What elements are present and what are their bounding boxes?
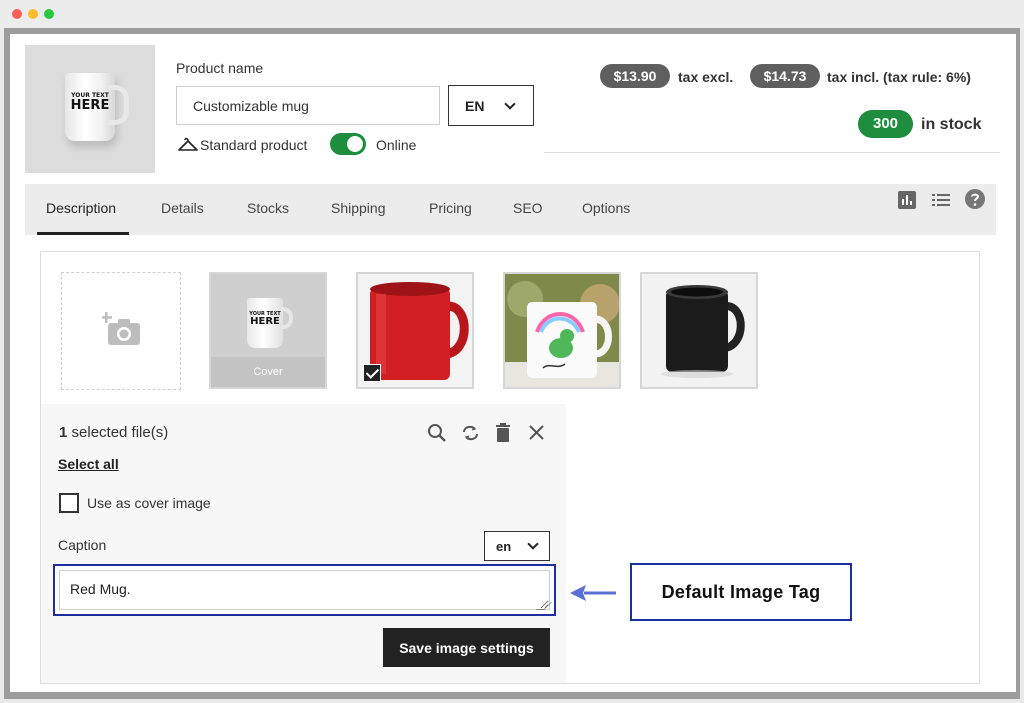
white-mug-image: YOUR TEXT HERE	[65, 73, 129, 141]
help-icon[interactable]	[964, 188, 986, 210]
tab-shipping[interactable]: Shipping	[331, 200, 386, 216]
selected-files-count: 1 selected file(s)	[59, 424, 168, 441]
mug-print-line2: HERE	[70, 98, 110, 113]
window-titlebar	[0, 0, 1024, 28]
stock-label: in stock	[921, 116, 982, 133]
tab-stocks[interactable]: Stocks	[247, 200, 289, 216]
tab-details[interactable]: Details	[161, 200, 204, 216]
caption-language-select[interactable]: en	[484, 531, 550, 561]
minimize-window-button[interactable]	[28, 9, 38, 19]
image-thumb-red-mug[interactable]	[356, 272, 474, 389]
product-type-label: Standard product	[200, 137, 308, 153]
dinosaur-mug-image	[505, 274, 619, 387]
selected-checkmark[interactable]	[363, 364, 381, 382]
image-upload-dropzone[interactable]	[61, 272, 181, 390]
image-thumb-black-mug[interactable]	[640, 272, 758, 389]
caption-highlight: Red Mug.	[53, 564, 556, 616]
chevron-down-icon	[527, 538, 539, 550]
thumb-mug-print-text: YOUR TEXT HERE	[249, 312, 281, 327]
price-tax-excluded-badge: $13.90	[600, 64, 670, 88]
white-mug-thumbnail: YOUR TEXT HERE	[247, 298, 293, 348]
price-tax-included-badge: $14.73	[750, 64, 820, 88]
caption-label: Caption	[58, 537, 107, 553]
product-name-label: Product name	[176, 60, 264, 76]
language-select[interactable]: EN	[448, 85, 534, 126]
trash-icon[interactable]	[494, 422, 512, 443]
tab-pricing[interactable]: Pricing	[429, 200, 472, 216]
active-tab-indicator	[37, 232, 129, 235]
language-select-value: EN	[465, 98, 485, 114]
caption-language-value: en	[496, 539, 512, 554]
list-icon[interactable]	[931, 191, 951, 209]
product-cover-thumbnail: YOUR TEXT HERE	[25, 45, 155, 173]
save-image-settings-button[interactable]: Save image settings	[383, 628, 550, 667]
chevron-down-icon	[504, 98, 516, 110]
zoom-icon[interactable]	[427, 423, 447, 443]
use-as-cover-label: Use as cover image	[87, 495, 211, 511]
chart-icon[interactable]	[897, 190, 917, 210]
tab-seo[interactable]: SEO	[513, 200, 543, 216]
product-name-input[interactable]	[176, 86, 440, 125]
close-icon[interactable]	[528, 424, 545, 441]
thumb-mug-print-line2: HERE	[250, 316, 280, 327]
online-label: Online	[376, 137, 417, 153]
price-tax-included-label: tax incl. (tax rule: 6%)	[827, 69, 971, 85]
tab-options[interactable]: Options	[582, 200, 630, 216]
selected-files-text: selected file(s)	[71, 424, 169, 441]
image-thumb-cover[interactable]: YOUR TEXT HERE Cover	[209, 272, 327, 389]
image-thumb-dino-mug[interactable]	[503, 272, 621, 389]
select-all-link[interactable]: Select all	[58, 456, 119, 472]
stock-quantity-badge: 300	[858, 110, 913, 138]
add-photo-icon	[102, 312, 140, 345]
header-divider	[544, 152, 1000, 153]
selected-files-number: 1	[59, 424, 68, 441]
annotation-callout: Default Image Tag	[630, 563, 852, 621]
black-mug-image	[661, 285, 745, 378]
online-toggle[interactable]	[330, 133, 366, 155]
use-as-cover-checkbox[interactable]	[59, 493, 79, 513]
close-window-button[interactable]	[12, 9, 22, 19]
arrow-left-icon	[570, 585, 616, 601]
maximize-window-button[interactable]	[44, 9, 54, 19]
mug-print-text: YOUR TEXT HERE	[69, 93, 111, 113]
tab-description[interactable]: Description	[46, 200, 116, 216]
caption-textarea[interactable]: Red Mug.	[59, 570, 550, 610]
price-tax-excluded-label: tax excl.	[678, 69, 734, 85]
replace-image-icon[interactable]	[460, 423, 481, 443]
hanger-icon	[178, 137, 198, 151]
cover-label: Cover	[211, 357, 325, 387]
